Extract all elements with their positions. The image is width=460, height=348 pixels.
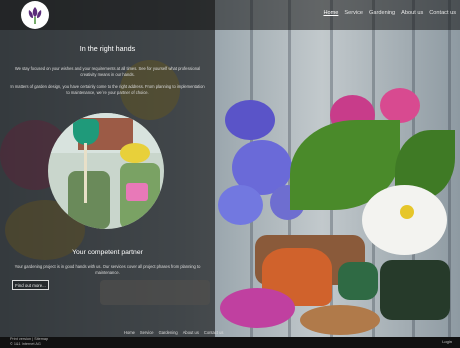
tulip-logo-icon[interactable] <box>21 1 49 29</box>
footer-nav-gardening[interactable]: Gardening <box>159 330 178 335</box>
main-nav: Home Service Gardening About us Contact … <box>323 10 456 16</box>
copyright-text: © 1&1 Internet AG <box>10 342 41 347</box>
print-version-link[interactable]: Print version <box>10 337 31 341</box>
find-out-more-button[interactable]: Find out more... <box>12 280 49 290</box>
hero-title: In the right hands <box>79 44 136 53</box>
nav-item-contact-us[interactable]: Contact us <box>429 10 456 16</box>
nav-item-about-us[interactable]: About us <box>401 10 423 16</box>
nav-item-service[interactable]: Service <box>344 10 363 16</box>
login-link[interactable]: Login <box>442 339 452 344</box>
sitemap-link[interactable]: Sitemap <box>34 337 48 341</box>
partner-text: Your gardening project is in good hands … <box>14 264 201 275</box>
gardener-photo <box>48 113 164 229</box>
hero-text-1: We stay focused on your wishes and your … <box>14 66 201 77</box>
legal-info: Print version | Sitemap © 1&1 Internet A… <box>10 337 49 347</box>
page: Home Service Gardening About us Contact … <box>0 0 460 348</box>
hero-text-2: In matters of garden design, you have ce… <box>10 84 205 95</box>
footer-nav-service[interactable]: Service <box>140 330 154 335</box>
footer-nav-about-us[interactable]: About us <box>183 330 199 335</box>
footer-nav: Home Service Gardening About us Contact … <box>124 330 223 335</box>
nav-item-home[interactable]: Home <box>323 10 338 16</box>
partner-title: Your competent partner <box>72 249 143 256</box>
nav-item-gardening[interactable]: Gardening <box>369 10 395 16</box>
footer-nav-contact-us[interactable]: Contact us <box>204 330 224 335</box>
footer-nav-home[interactable]: Home <box>124 330 135 335</box>
bottom-bar <box>0 337 460 348</box>
